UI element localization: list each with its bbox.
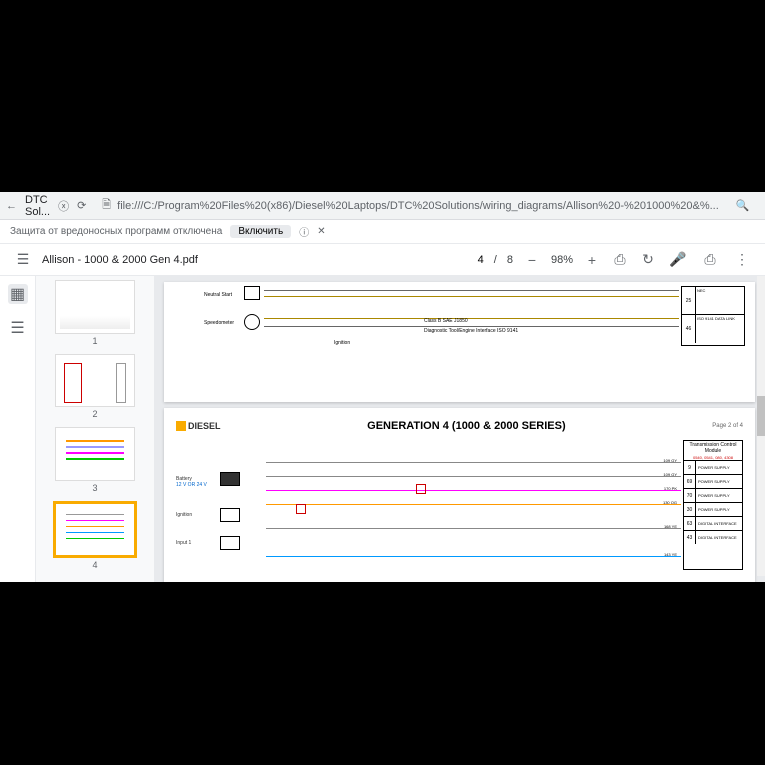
- print-button[interactable]: Напечатать: [761, 198, 765, 213]
- rotate-icon[interactable]: ↻: [639, 251, 657, 269]
- url-text: file:///C:/Program%20Files%20(x86)/Diese…: [117, 200, 719, 212]
- label-speedometer: Speedometer: [204, 320, 234, 326]
- thumb-num-1: 1: [92, 336, 97, 346]
- close-info-icon[interactable]: ✕: [317, 226, 325, 237]
- search-icon[interactable]: 🔍: [735, 198, 751, 214]
- thumb-num-4: 4: [92, 560, 97, 570]
- battery-icon: [220, 472, 240, 486]
- fit-page-icon[interactable]: ⎙: [611, 251, 629, 269]
- label-battery-sub: 12 V OR 24 V: [176, 482, 207, 488]
- pdf-content[interactable]: Neutral Start Speedometer Ignition Class…: [154, 276, 765, 582]
- label-input1: Input 1: [176, 540, 191, 546]
- page-separator: /: [494, 254, 497, 266]
- pdf-toolbar: ☰ Allison - 1000 & 2000 Gen 4.pdf / 8 − …: [0, 244, 765, 276]
- page-input[interactable]: [466, 254, 484, 266]
- diagram-title: GENERATION 4 (1000 & 2000 SERIES): [221, 420, 713, 432]
- page-number: Page 2 of 4: [712, 423, 743, 429]
- thumbnail-panel: 1 2 3 4: [36, 276, 154, 582]
- label-neutral-start: Neutral Start: [204, 292, 232, 298]
- thumbnail-2[interactable]: [55, 354, 135, 408]
- tcm-box-p3: 25NEC 46ISO 9141 DATA LINK: [681, 286, 745, 346]
- wire: [264, 296, 679, 297]
- thumbnails-tab[interactable]: ▦: [8, 284, 28, 304]
- print-icon[interactable]: ⎙: [701, 251, 719, 269]
- wire: [266, 462, 681, 463]
- more-icon[interactable]: ⋮: [733, 251, 751, 269]
- address-bar[interactable]: 🗎 file:///C:/Program%20Files%20(x86)/Die…: [94, 196, 727, 215]
- fuse-icon: [416, 484, 426, 494]
- wire: [266, 556, 681, 557]
- thumb-num-3: 3: [92, 483, 97, 493]
- fuse-icon: [296, 504, 306, 514]
- browser-toolbar: ← DTC Sol... ⓧ ⟳ 🗎 file:///C:/Program%20…: [0, 192, 765, 220]
- voice-icon[interactable]: 🎤: [669, 251, 687, 269]
- tcm-header: Transmission Control Module: [684, 441, 742, 455]
- menu-icon[interactable]: ☰: [14, 251, 32, 269]
- document-title: Allison - 1000 & 2000 Gen 4.pdf: [42, 254, 198, 266]
- sidebar: ▦ ☰: [0, 276, 36, 582]
- wire: [266, 476, 681, 477]
- wire: [264, 326, 679, 327]
- tab-close-icon[interactable]: ⓧ: [58, 198, 69, 214]
- wiring-diagram: Transmission Control Module 0540, 0541, …: [176, 440, 743, 580]
- zoom-level: 98%: [551, 254, 573, 266]
- main-area: ▦ ☰ 1 2 3 4 Neutral Start Speedometer Ig…: [0, 276, 765, 582]
- info-message: Защита от вредоносных программ отключена: [10, 226, 222, 237]
- zoom-in-button[interactable]: +: [583, 251, 601, 269]
- thumbnail-1[interactable]: [55, 280, 135, 334]
- security-info-bar: Защита от вредоносных программ отключена…: [0, 220, 765, 244]
- help-icon[interactable]: ⓘ: [299, 224, 309, 239]
- zoom-out-button[interactable]: −: [523, 251, 541, 269]
- pdf-page-3: Neutral Start Speedometer Ignition Class…: [164, 282, 755, 402]
- thumbnail-4[interactable]: [53, 501, 137, 559]
- speedometer-icon: [244, 314, 260, 330]
- input-icon: [220, 536, 240, 550]
- wire: [266, 490, 681, 491]
- wire: [264, 290, 679, 291]
- label-ignition: Ignition: [334, 340, 350, 346]
- back-button[interactable]: ←: [6, 198, 17, 214]
- enable-button[interactable]: Включить: [230, 225, 291, 238]
- tcm-module: Transmission Control Module 0540, 0541, …: [683, 440, 743, 570]
- scroll-thumb[interactable]: [757, 396, 765, 436]
- wire: [266, 504, 681, 505]
- wire: [264, 318, 679, 319]
- label-diagnostic: Diagnostic Tool/Engine Interface ISO 914…: [424, 328, 518, 334]
- label-ignition: Ignition: [176, 512, 192, 518]
- outline-tab[interactable]: ☰: [8, 318, 28, 338]
- thumb-num-2: 2: [92, 409, 97, 419]
- thumbnail-3[interactable]: [55, 427, 135, 481]
- file-icon: 🗎: [102, 196, 111, 215]
- ignition-icon: [220, 508, 240, 522]
- label-class-b: Class B SAE J1850: [424, 318, 468, 324]
- diesel-logo: DIESEL: [176, 421, 221, 431]
- total-pages: 8: [507, 254, 513, 266]
- neutral-start-icon: [244, 286, 260, 300]
- tab-title: DTC Sol...: [25, 194, 50, 218]
- pdf-page-4: DIESEL GENERATION 4 (1000 & 2000 SERIES)…: [164, 408, 755, 582]
- reload-button[interactable]: ⟳: [77, 198, 86, 214]
- scrollbar[interactable]: [757, 276, 765, 576]
- wire: [266, 528, 681, 529]
